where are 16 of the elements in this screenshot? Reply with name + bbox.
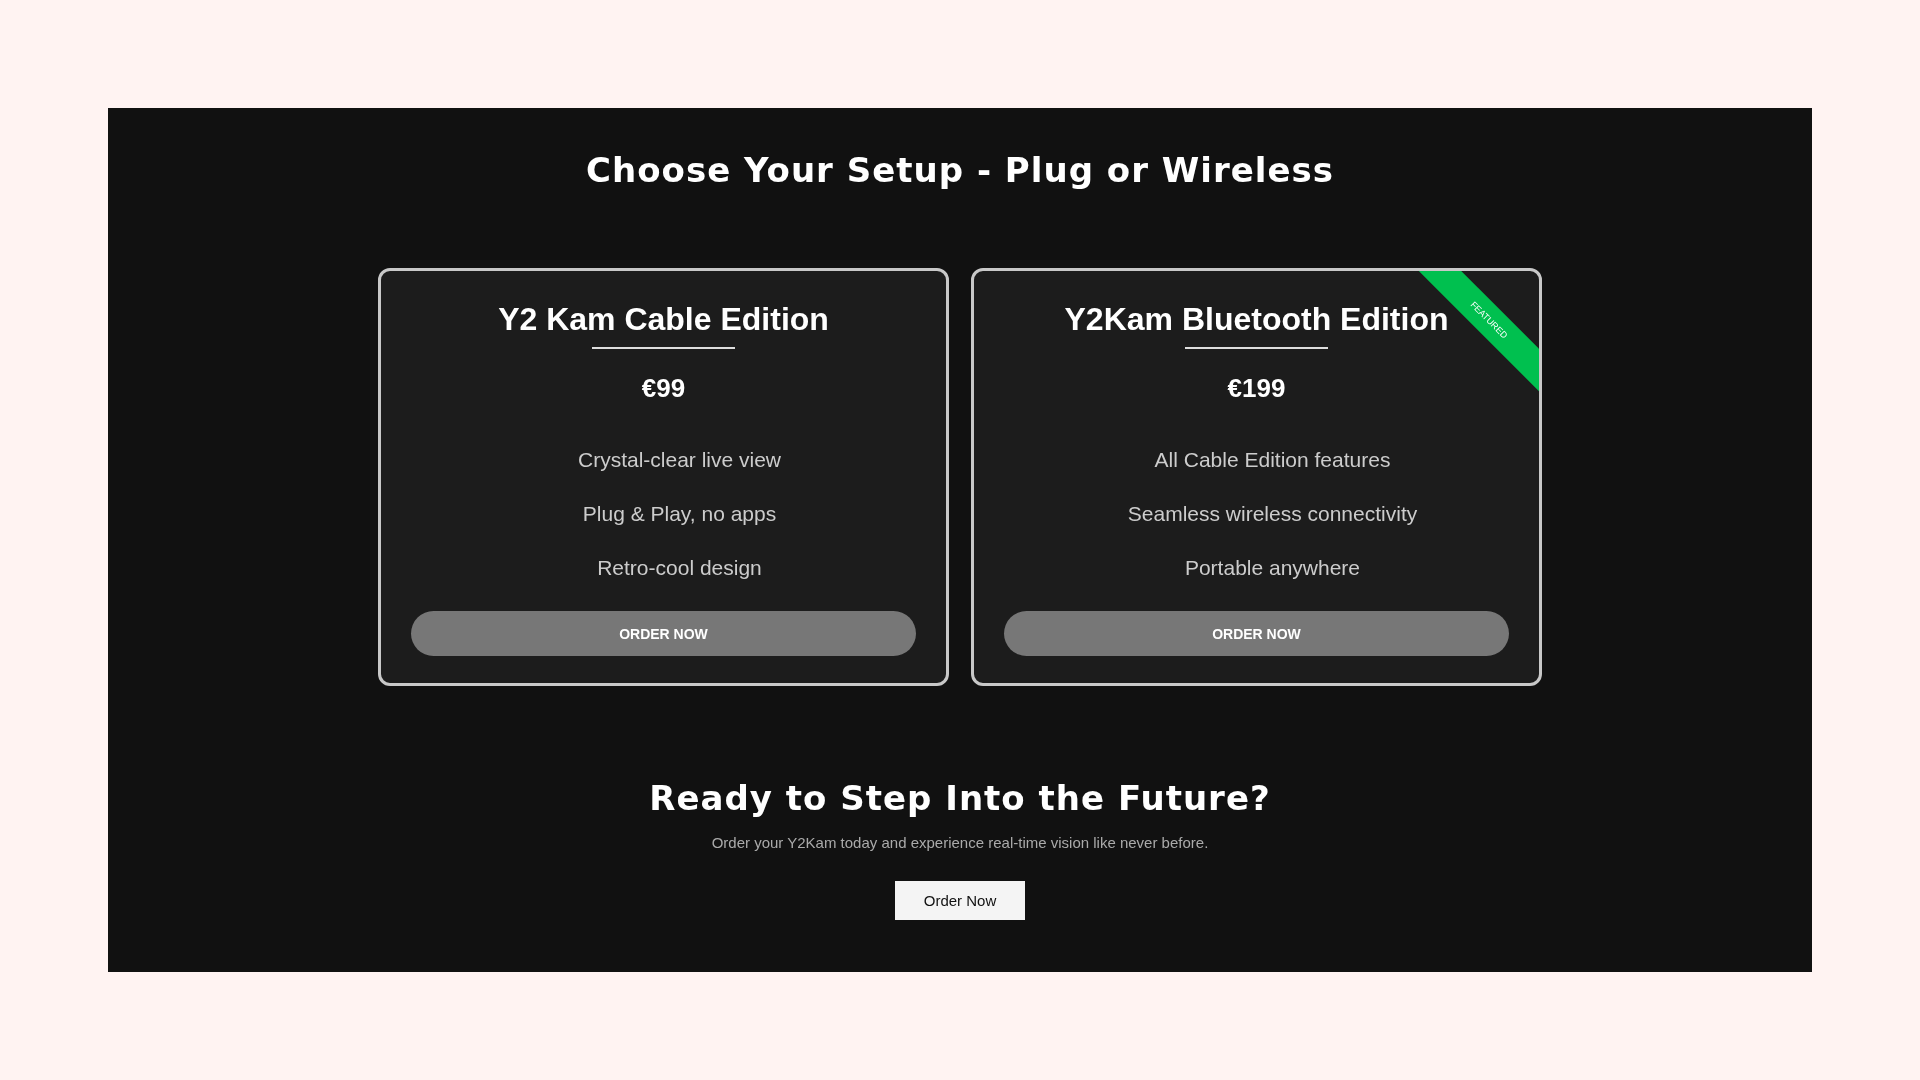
order-button[interactable]: Order Now [895, 881, 1025, 920]
order-button[interactable]: ORDER NOW [1004, 611, 1509, 656]
feature-text: Seamless wireless connectivity [1127, 501, 1418, 527]
cta-text: Order your Y2Kam today and experience real-time vision like never before. [711, 834, 1209, 851]
plan-price: €199 [1227, 373, 1286, 403]
feature-text: Retro-cool design [597, 555, 762, 581]
feature-text: Plug & Play, no apps [582, 501, 777, 527]
plan-title: Y2 Kam Cable Edition [498, 300, 829, 339]
cta-heading: Ready to Step Into the Future? [649, 777, 1271, 820]
feature-text: Crystal-clear live view [577, 447, 781, 473]
feature-text: Portable anywhere [1184, 555, 1361, 581]
feature-text: All Cable Edition features [1154, 447, 1391, 473]
plan-price: €99 [641, 373, 686, 403]
plan-title: Y2Kam Bluetooth Edition [1064, 300, 1449, 339]
section-heading: Choose Your Setup - Plug or Wireless [586, 149, 1334, 192]
order-button[interactable]: ORDER NOW [411, 611, 916, 656]
